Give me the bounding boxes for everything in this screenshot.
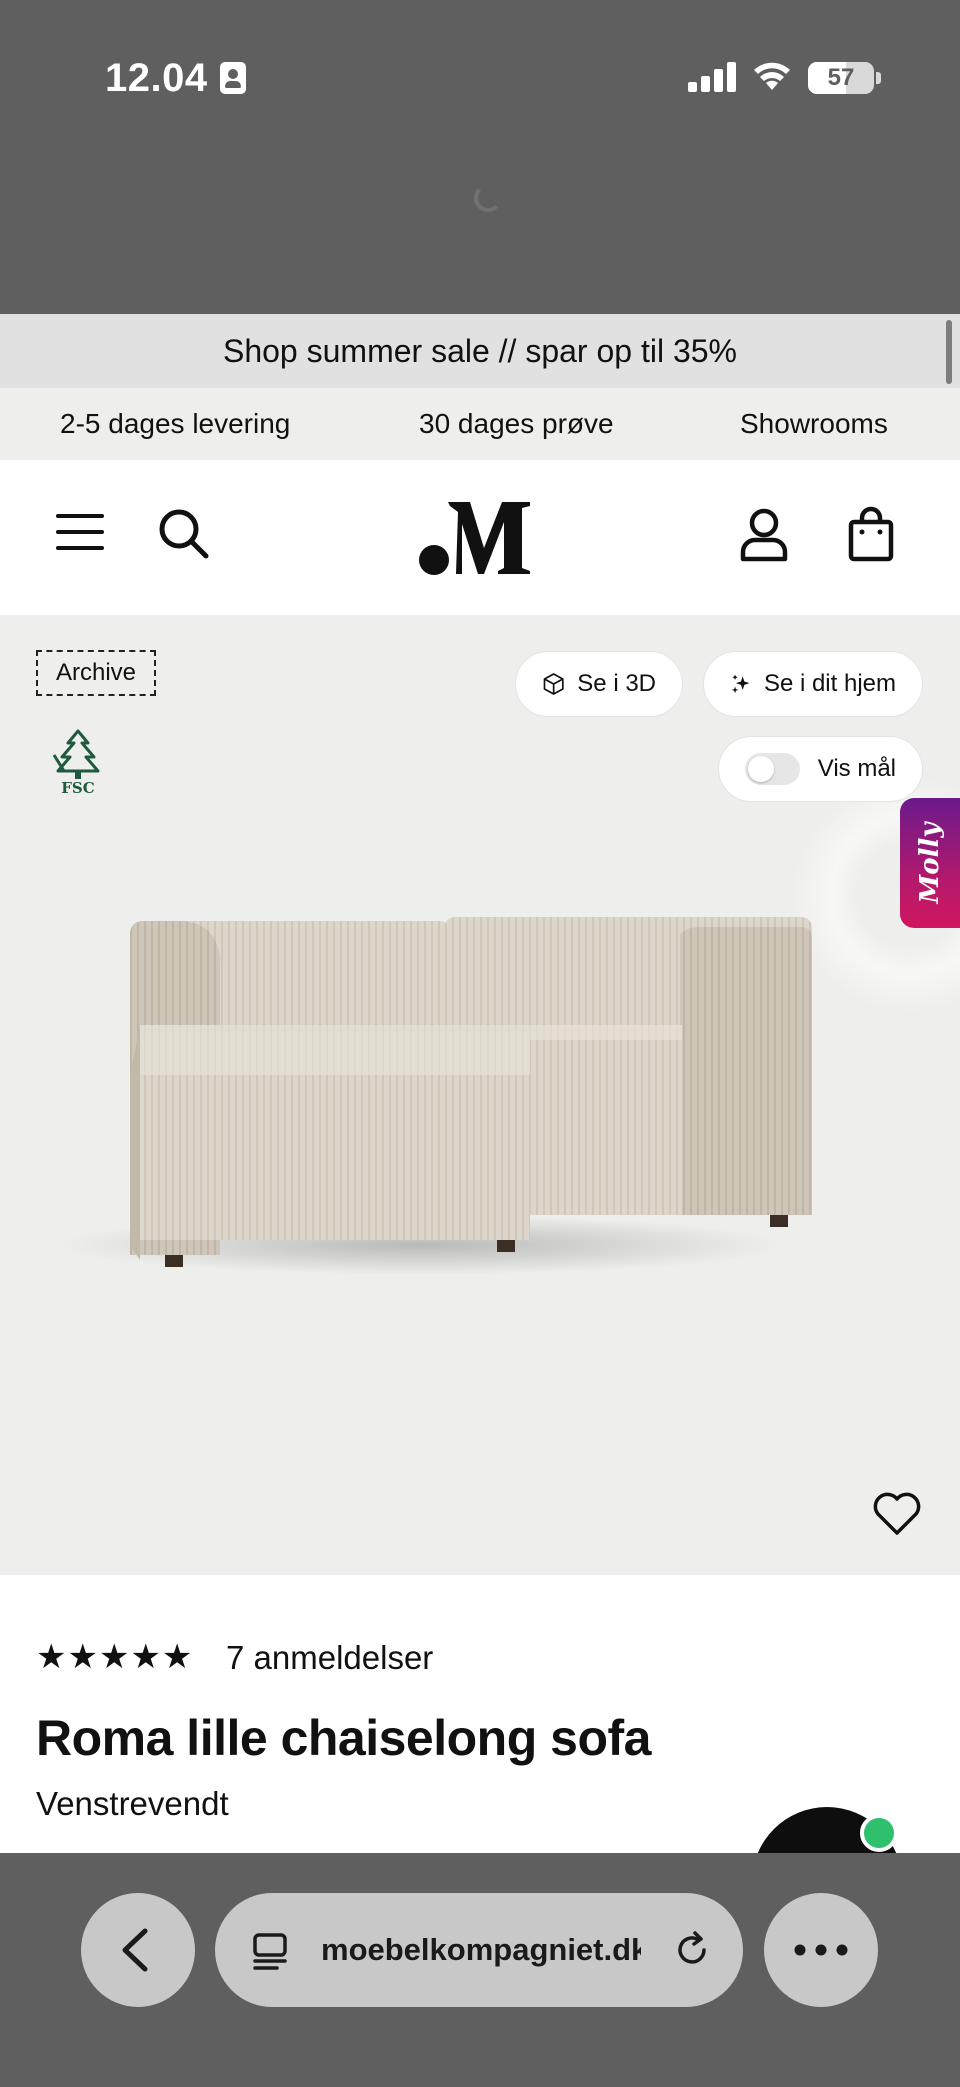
cube-icon [543, 673, 564, 695]
promo-banner[interactable]: Shop summer sale // spar op til 35% [0, 314, 960, 388]
ellipsis-icon [794, 1944, 848, 1956]
loading-spinner-icon [474, 184, 502, 212]
promo-text: Shop summer sale // spar op til 35% [222, 333, 737, 369]
view-3d-label: Se i 3D [577, 670, 656, 697]
usp-bar: 2-5 dages levering 30 dages prøve Showro… [0, 388, 960, 460]
more-options-button[interactable] [764, 1893, 878, 2007]
status-bar: 12.04 57 [0, 0, 960, 314]
view-in-home-label: Se i dit hjem [763, 670, 896, 697]
reload-icon[interactable] [671, 1929, 713, 1971]
status-time: 12.04 [105, 56, 208, 100]
product-image-sofa[interactable] [60, 915, 820, 1285]
contact-card-icon [220, 62, 246, 94]
search-icon[interactable] [158, 508, 210, 560]
battery-level: 57 [827, 64, 855, 91]
online-status-dot [860, 1814, 898, 1852]
reviews-link[interactable]: 7 anmeldelser [226, 1639, 433, 1677]
usp-showrooms[interactable]: Showrooms [740, 388, 888, 460]
molly-label: Molly [915, 822, 945, 904]
chevron-left-icon [122, 1928, 148, 1972]
url-text[interactable]: moebelkompagniet.dk [321, 1893, 641, 2007]
site-header [0, 460, 960, 615]
bag-icon[interactable] [848, 506, 894, 562]
cellular-signal-icon [688, 62, 736, 92]
address-bar[interactable]: moebelkompagniet.dk [215, 1893, 743, 2007]
svg-text:FSC: FSC [61, 779, 94, 797]
menu-icon[interactable] [56, 512, 106, 552]
usp-trial[interactable]: 30 dages prøve [419, 388, 614, 460]
archive-badge: Archive [36, 650, 156, 696]
view-3d-button[interactable]: Se i 3D [515, 651, 683, 717]
product-gallery[interactable]: Archive FSC Se i 3D Se i dit hjem Vis må… [0, 615, 960, 1575]
usp-delivery[interactable]: 2-5 dages levering [60, 388, 290, 460]
show-dimensions-label: Vis mål [817, 755, 896, 782]
product-info: ★★★★★ 7 anmeldelser Roma lille chaiselon… [0, 1575, 960, 1853]
browser-toolbar: moebelkompagniet.dk [0, 1853, 960, 2087]
toggle-switch[interactable] [745, 753, 800, 785]
view-in-home-button[interactable]: Se i dit hjem [703, 651, 923, 717]
back-button[interactable] [81, 1893, 195, 2007]
rating-stars-icon[interactable]: ★★★★★ [36, 1637, 193, 1677]
show-dimensions-toggle[interactable]: Vis mål [718, 736, 923, 802]
tabs-overview-icon[interactable] [251, 1931, 291, 1971]
logo[interactable] [418, 498, 540, 578]
fsc-logo-icon: FSC [52, 729, 100, 797]
battery-nub [876, 72, 881, 84]
wishlist-heart-icon[interactable] [872, 1491, 922, 1537]
product-title: Roma lille chaiselong sofa [36, 1710, 651, 1766]
product-variant: Venstrevendt [36, 1785, 229, 1822]
wifi-icon [754, 62, 790, 90]
sparkles-icon [731, 674, 750, 694]
molly-assistant-tab[interactable]: Molly [900, 798, 960, 928]
page-scrollbar[interactable] [946, 320, 952, 384]
battery-icon: 57 [808, 62, 874, 94]
account-icon[interactable] [740, 508, 788, 562]
